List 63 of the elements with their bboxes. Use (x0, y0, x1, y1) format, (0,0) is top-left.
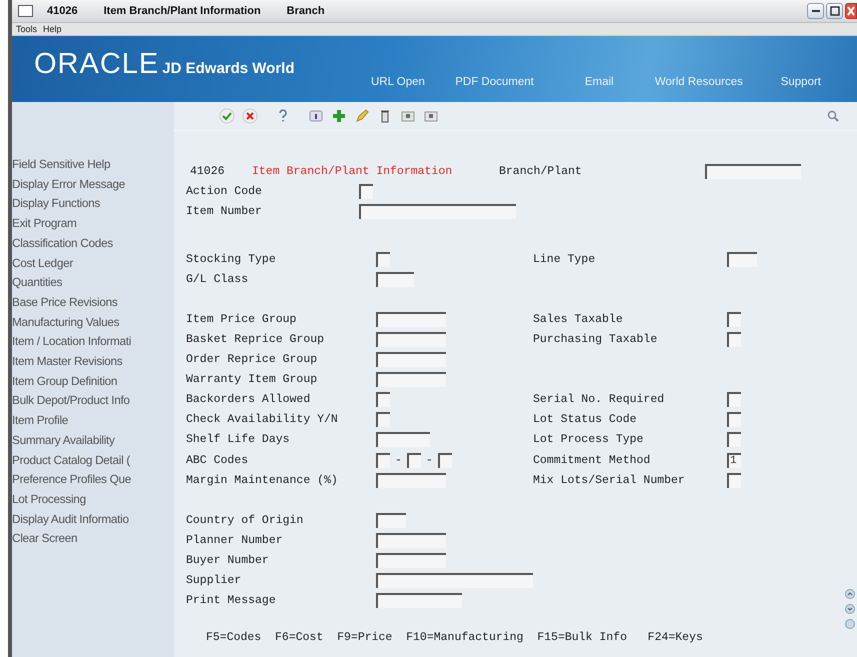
sidebar-item[interactable]: Item Group Definition (12, 372, 174, 392)
menu-item[interactable]: Tools (16, 24, 38, 34)
field-label: Item Price Group (186, 312, 298, 326)
field-label: G/L Class (186, 272, 250, 286)
field-label: Shelf Life Days (186, 433, 291, 446)
field-label: Margin Maintenance (%) (186, 474, 339, 487)
sidebar-item[interactable]: Lot Processing (12, 490, 174, 510)
sidebar-item[interactable]: Clear Screen (12, 529, 174, 550)
sidebar-item[interactable]: Display Audit Informatio (12, 510, 174, 530)
field-label: Serial No. Required (533, 393, 666, 406)
banner-link[interactable]: Support (780, 76, 821, 88)
field-label: Commitment Method (533, 454, 652, 467)
window-title: 41026 (47, 5, 78, 17)
oracle-logo: ORACLE (34, 48, 160, 81)
field-label: Planner Number (186, 534, 284, 547)
field-label: Buyer Number (186, 554, 270, 567)
field-label: Mix Lots/Serial Number (533, 474, 686, 487)
field-label: Purchasing Taxable (533, 333, 658, 346)
form-title: Item Branch/Plant Information (252, 164, 454, 178)
field-label: Supplier (186, 574, 242, 588)
window-title: Item Branch/Plant Information (104, 5, 261, 17)
sidebar-item[interactable]: Item Profile (12, 411, 174, 431)
separator-text: - (426, 454, 433, 467)
product-name: JD Edwards World (162, 60, 295, 77)
field-label: Lot Status Code (533, 413, 638, 426)
sidebar-item[interactable]: Field Sensitive Help (12, 155, 174, 175)
field-label: Stocking Type (186, 252, 277, 266)
field-label: Backorders Allowed (186, 393, 312, 406)
field-label: Check Availability Y/N (186, 413, 339, 426)
sidebar-item[interactable]: Product Catalog Detail ( (12, 450, 174, 470)
sidebar-item[interactable]: Exit Program (12, 214, 174, 234)
field-label: Print Message (186, 594, 277, 608)
sidebar-item[interactable]: Cost Ledger (12, 254, 174, 274)
window-title: Branch (286, 5, 325, 17)
program-number: 41026 (189, 164, 226, 178)
field-label: Basket Reprice Group (186, 333, 326, 346)
sidebar-item[interactable]: Quantities (12, 273, 174, 293)
field-label: Sales Taxable (533, 312, 624, 326)
sidebar-item[interactable]: Summary Availability (12, 430, 174, 451)
input-field[interactable]: 1 (727, 452, 741, 468)
separator-text: - (395, 454, 402, 467)
sidebar-item[interactable]: Manufacturing Values (12, 312, 174, 332)
field-label: ABC Codes (186, 454, 250, 467)
field-label: Country of Origin (186, 514, 304, 527)
menu-item[interactable]: Help (43, 24, 62, 34)
banner-link[interactable]: URL Open (371, 76, 456, 88)
field-label: Branch/Plant (499, 164, 583, 178)
sidebar-item[interactable]: Classification Codes (12, 234, 174, 254)
sidebar-item[interactable]: Display Functions (12, 194, 174, 214)
field-label: Item Number (186, 204, 263, 218)
sidebar-item[interactable]: Preference Profiles Que (12, 470, 174, 490)
field-label: Warranty Item Group (186, 373, 318, 386)
field-label: Lot Process Type (533, 433, 644, 446)
sidebar-item[interactable]: Item Master Revisions (12, 352, 174, 372)
field-label: Order Reprice Group (186, 353, 318, 366)
banner-link[interactable]: PDF Document (455, 76, 585, 88)
sidebar-item[interactable]: Display Error Message (12, 174, 174, 194)
field-label: Line Type (533, 252, 596, 266)
field-label: Action Code (186, 184, 263, 198)
sidebar-item[interactable]: Base Price Revisions (12, 292, 174, 313)
sidebar-item[interactable]: Item / Location Informati (12, 332, 174, 352)
function-keys-text: F5=Codes F6=Cost F9=Price F10=Manufacturing F15=Bulk Info F24=Keys (206, 630, 703, 644)
sidebar-item[interactable]: Bulk Depot/Product Info (12, 391, 174, 412)
